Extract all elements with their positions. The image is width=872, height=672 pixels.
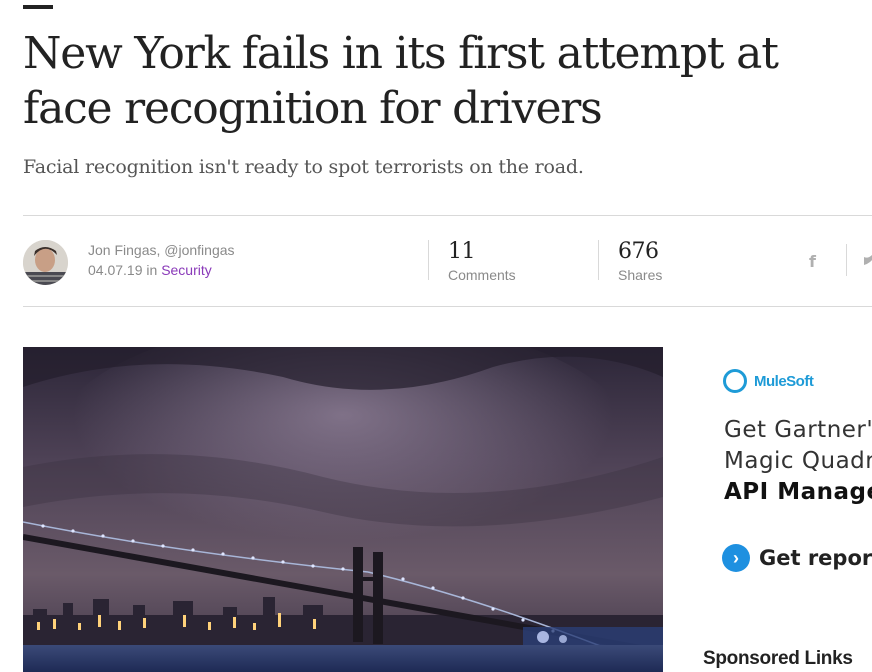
mulesoft-logo-icon [723, 369, 747, 393]
ad-cta-button[interactable]: Get report [759, 546, 872, 570]
ad-brand: MuleSoft [754, 373, 814, 390]
stats-divider [598, 240, 599, 280]
article-subheadline: Facial recognition isn't ready to spot t… [23, 156, 584, 178]
in-label: in [146, 262, 158, 278]
sponsored-links-heading: Sponsored Links [703, 648, 853, 669]
byline-dateline: 04.07.19 in Security [88, 262, 212, 278]
publish-date: 04.07.19 [88, 262, 143, 278]
facebook-icon[interactable]: f [809, 252, 816, 271]
hero-image[interactable] [23, 347, 663, 672]
sidebar-ad[interactable]: MuleSoft Get Gartner's Magic Quadra API … [703, 347, 872, 672]
chevron-right-icon[interactable]: › [722, 544, 750, 572]
shares-count: 676 [618, 239, 659, 264]
article-headline: New York fails in its first attempt at f… [23, 28, 779, 134]
ad-line-1: Get Gartner's [724, 417, 872, 443]
stats-divider [428, 240, 429, 280]
social-divider [846, 244, 847, 276]
top-accent-rule [23, 5, 53, 9]
comments-label[interactable]: Comments [448, 267, 516, 283]
category-link[interactable]: Security [161, 262, 212, 278]
comments-count[interactable]: 11 [448, 239, 476, 264]
byline-bottom-divider [23, 306, 872, 307]
author-name[interactable]: Jon Fingas, @jonfingas [88, 242, 235, 258]
ad-line-2: Magic Quadra [724, 448, 872, 474]
shares-label: Shares [618, 267, 663, 283]
author-avatar[interactable] [23, 240, 68, 285]
twitter-icon[interactable] [864, 252, 872, 271]
ad-line-3: API Managen [724, 479, 872, 505]
byline-top-divider [23, 215, 872, 216]
